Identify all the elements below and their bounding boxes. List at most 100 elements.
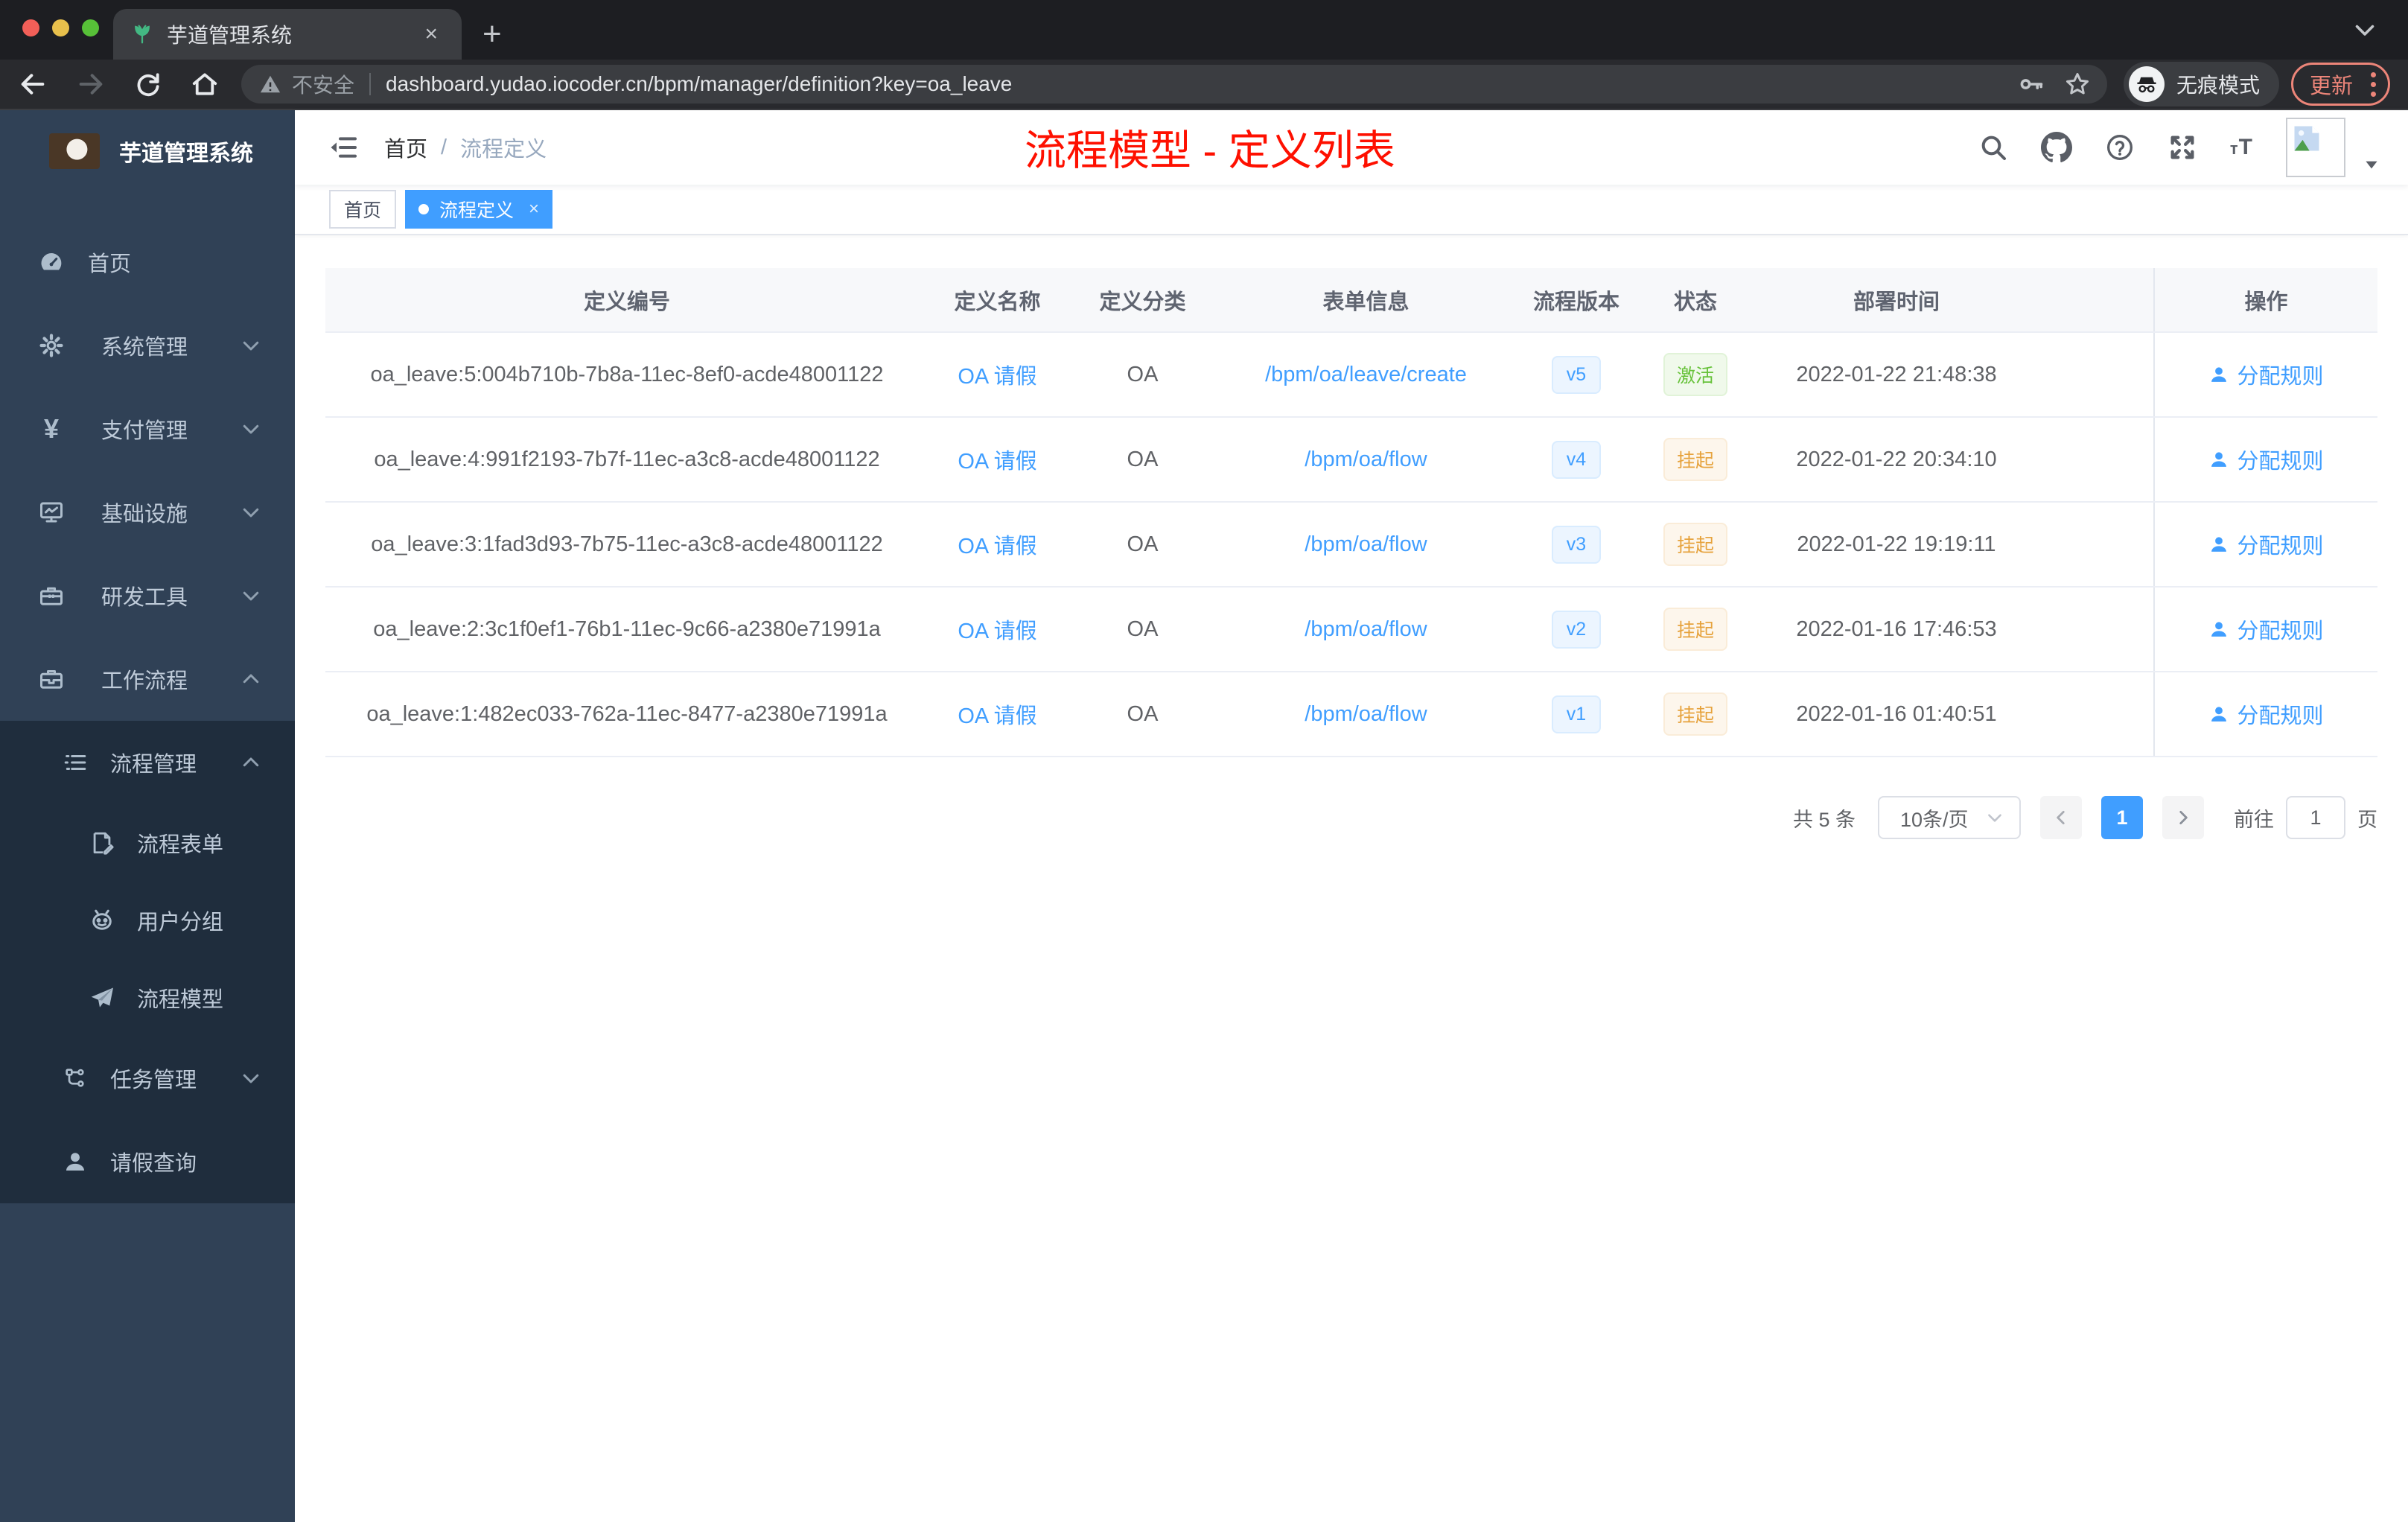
address-bar[interactable]: 不安全 dashboard.yudao.iocoder.cn/bpm/manag… (241, 65, 2107, 104)
sidebar-item-process-model[interactable]: 流程模型 (0, 959, 295, 1037)
col-header-deploy-time: 部署时间 (1751, 268, 2042, 333)
tag-home[interactable]: 首页 (329, 190, 397, 229)
definition-name-link[interactable]: OA 请假 (958, 450, 1036, 474)
breadcrumb-home-link[interactable]: 首页 (384, 132, 427, 163)
sidebar-logo-row[interactable]: 芋道管理系统 (0, 110, 295, 192)
assign-rule-link[interactable]: 分配规则 (2208, 698, 2324, 730)
sidebar-item-devtools[interactable]: 研发工具 (0, 554, 295, 637)
home-icon[interactable] (191, 70, 219, 98)
col-header-actions: 操作 (2153, 268, 2377, 333)
assign-rule-link[interactable]: 分配规则 (2208, 444, 2324, 475)
sidebar-item-label: 流程管理 (110, 753, 197, 777)
prev-page-button[interactable] (2040, 796, 2082, 839)
status-badge: 挂起 (1663, 608, 1727, 651)
sidebar-menu: 首页 系统管理 ¥ 支付管理 基础设施 研发工具 工作流程 流程管理 流程表单 … (0, 220, 295, 1203)
goto-page-input[interactable] (2286, 796, 2345, 839)
sidebar-item-process-form[interactable]: 流程表单 (0, 804, 295, 882)
security-label[interactable]: 不安全 (292, 69, 354, 99)
forward-icon[interactable] (76, 69, 106, 99)
url-text[interactable]: dashboard.yudao.iocoder.cn/bpm/manager/d… (386, 72, 2007, 96)
sidebar-item-process-mgmt[interactable]: 流程管理 (0, 721, 295, 804)
sidebar-item-workflow[interactable]: 工作流程 (0, 637, 295, 721)
sidebar-item-system[interactable]: 系统管理 (0, 304, 295, 387)
update-button[interactable]: 更新 (2290, 63, 2390, 106)
form-link[interactable]: /bpm/oa/flow (1305, 617, 1427, 641)
fullscreen-icon[interactable] (2167, 133, 2197, 162)
cell-category: OA (1066, 332, 1219, 418)
version-badge: v1 (1552, 695, 1601, 733)
sidebar-item-payment[interactable]: ¥ 支付管理 (0, 387, 295, 471)
sidebar-item-infra[interactable]: 基础设施 (0, 471, 295, 554)
warning-icon (259, 73, 281, 95)
col-header-category: 定义分类 (1066, 268, 1219, 333)
close-window-button[interactable] (22, 19, 39, 36)
key-icon[interactable] (2018, 71, 2045, 98)
assign-rule-link[interactable]: 分配规则 (2208, 614, 2324, 645)
hamburger-fold-icon[interactable] (329, 133, 359, 162)
back-icon[interactable] (18, 69, 48, 99)
tags-view-bar: 首页 流程定义 × (295, 185, 2408, 235)
sidebar-item-leave-query[interactable]: 请假查询 (0, 1120, 295, 1203)
new-tab-button[interactable]: + (482, 18, 502, 51)
form-link[interactable]: /bpm/oa/flow (1305, 448, 1427, 471)
definition-name-link[interactable]: OA 请假 (958, 535, 1036, 558)
col-header-filler (2042, 268, 2154, 333)
cell-deploy-time: 2022-01-22 19:19:11 (1751, 502, 2042, 588)
page-number-1[interactable]: 1 (2101, 796, 2143, 839)
kebab-menu-icon[interactable] (2371, 71, 2376, 97)
tree-icon (61, 1066, 89, 1090)
monitor-icon (37, 499, 66, 526)
star-icon[interactable] (2064, 71, 2091, 98)
definition-name-link[interactable]: OA 请假 (958, 620, 1036, 643)
tab-close-icon[interactable]: × (418, 20, 444, 48)
sidebar-item-label: 流程表单 (137, 833, 224, 857)
update-label: 更新 (2309, 74, 2353, 98)
chevron-up-icon (240, 751, 262, 774)
sidebar-item-label: 支付管理 (101, 419, 188, 443)
question-icon[interactable] (2105, 133, 2135, 162)
browser-tab[interactable]: 芋道管理系统 × (113, 9, 462, 60)
avatar[interactable] (2286, 118, 2345, 177)
sidebar-item-label: 系统管理 (101, 336, 188, 360)
sidebar-item-label: 请假查询 (110, 1152, 197, 1176)
font-size-icon[interactable]: тT (2230, 135, 2253, 160)
reload-icon[interactable] (134, 70, 162, 98)
zoom-window-button[interactable] (82, 19, 99, 36)
assign-rule-link[interactable]: 分配规则 (2208, 359, 2324, 390)
app-title: 芋道管理系统 (119, 141, 253, 166)
workflow-submenu: 流程管理 流程表单 用户分组 流程模型 任务管理 请假查询 (0, 721, 295, 1203)
sidebar-item-label: 基础设施 (101, 503, 188, 526)
cell-deploy-time: 2022-01-22 20:34:10 (1751, 417, 2042, 503)
user-icon (2208, 364, 2229, 385)
user-icon (2208, 449, 2229, 470)
sidebar-item-task-mgmt[interactable]: 任务管理 (0, 1037, 295, 1120)
sidebar-item-home[interactable]: 首页 (0, 220, 295, 304)
form-link[interactable]: /bpm/oa/flow (1305, 532, 1427, 556)
definition-name-link[interactable]: OA 请假 (958, 704, 1036, 728)
cell-deploy-time: 2022-01-16 01:40:51 (1751, 672, 2042, 757)
tab-search-chevron-icon[interactable] (2351, 16, 2378, 43)
minimize-window-button[interactable] (52, 19, 69, 36)
toolbox-icon (37, 582, 66, 609)
page-size-select[interactable]: 10条/页 (1878, 796, 2021, 839)
chevron-down-icon (240, 334, 262, 357)
definition-name-link[interactable]: OA 请假 (958, 365, 1036, 389)
incognito-label: 无痕模式 (2176, 74, 2260, 97)
caret-down-icon[interactable] (2362, 155, 2381, 174)
status-badge: 挂起 (1663, 523, 1727, 566)
table-header-row: 定义编号 定义名称 定义分类 表单信息 流程版本 状态 部署时间 操作 (325, 268, 2377, 333)
assign-rule-link[interactable]: 分配规则 (2208, 529, 2324, 560)
tag-process-definition[interactable]: 流程定义 × (405, 190, 553, 229)
next-page-button[interactable] (2162, 796, 2204, 839)
github-icon[interactable] (2041, 132, 2072, 163)
form-link[interactable]: /bpm/oa/flow (1305, 702, 1427, 726)
form-link[interactable]: /bpm/oa/leave/create (1265, 363, 1467, 386)
active-dot (418, 204, 430, 214)
col-header-name: 定义名称 (929, 268, 1066, 333)
pagination-total: 共 5 条 (1792, 808, 1856, 831)
user-icon (61, 1149, 89, 1174)
tag-close-icon[interactable]: × (529, 199, 539, 220)
search-icon[interactable] (1978, 133, 2008, 162)
sidebar-item-user-group[interactable]: 用户分组 (0, 882, 295, 959)
cell-category: OA (1066, 672, 1219, 757)
